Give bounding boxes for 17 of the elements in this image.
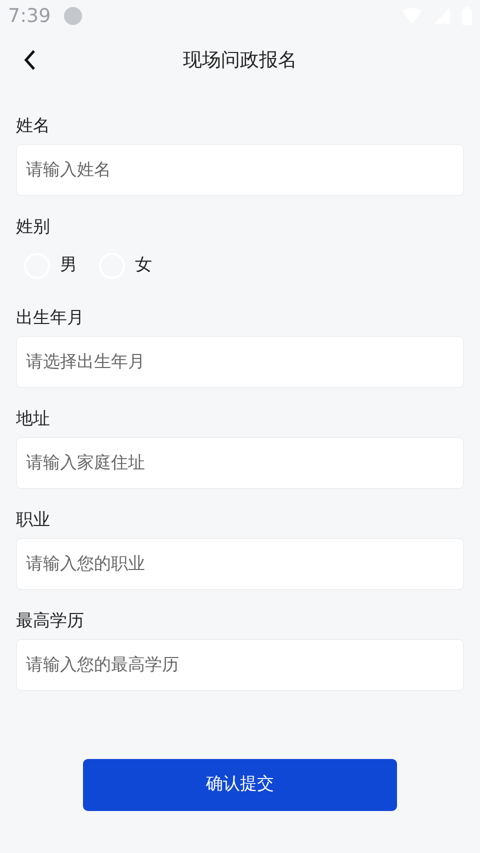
page-title: 现场问政报名 [183, 48, 297, 73]
gender-option[interactable]: 男 [24, 253, 77, 279]
input-field[interactable]: 请选择出生年月 [16, 336, 464, 388]
submit-button[interactable]: 确认提交 [83, 759, 397, 811]
input-field[interactable]: 请输入您的最高学历 [16, 639, 464, 691]
input-field[interactable]: 请输入家庭住址 [16, 437, 464, 489]
status-time: 7:39 [8, 4, 51, 29]
back-icon [23, 49, 37, 71]
input-field[interactable]: 请输入您的职业 [16, 538, 464, 590]
input-field[interactable]: 请输入姓名 [16, 144, 464, 196]
field-label: 职业 [16, 509, 51, 532]
field-label: 姓别 [16, 216, 51, 239]
field-label: 姓名 [16, 115, 51, 138]
field-label: 最高学历 [16, 610, 85, 633]
gender-option[interactable]: 女 [99, 253, 152, 279]
field-label: 地址 [16, 408, 51, 431]
field-label: 出生年月 [16, 307, 85, 330]
